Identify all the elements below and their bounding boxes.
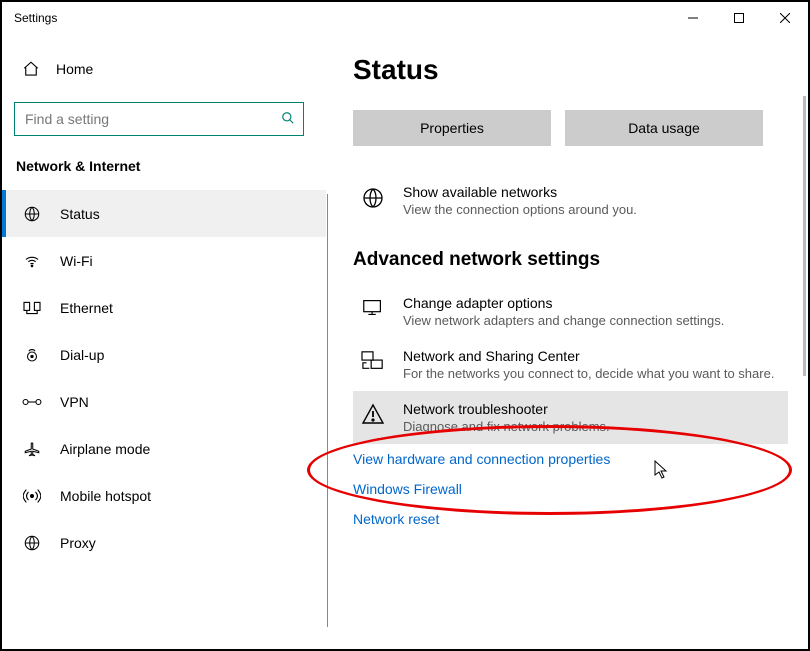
page-title: Status bbox=[353, 54, 788, 86]
dialup-icon bbox=[22, 346, 42, 364]
sidebar-item-hotspot[interactable]: Mobile hotspot bbox=[2, 472, 326, 519]
maximize-button[interactable] bbox=[716, 2, 762, 33]
minimize-icon bbox=[688, 13, 698, 23]
sidebar-item-wifi[interactable]: Wi-Fi bbox=[2, 237, 326, 284]
show-networks-option[interactable]: Show available networks View the connect… bbox=[353, 174, 788, 227]
troubleshooter-option[interactable]: Network troubleshooter Diagnose and fix … bbox=[353, 391, 788, 444]
option-title: Change adapter options bbox=[403, 295, 724, 311]
sidebar-item-ethernet[interactable]: Ethernet bbox=[2, 284, 326, 331]
category-header: Network & Internet bbox=[2, 158, 326, 190]
hotspot-icon bbox=[22, 487, 42, 505]
minimize-button[interactable] bbox=[670, 2, 716, 33]
scrollbar[interactable] bbox=[800, 36, 806, 647]
sidebar-item-label: Dial-up bbox=[60, 347, 104, 363]
adapter-icon bbox=[359, 295, 387, 319]
sidebar-item-dialup[interactable]: Dial-up bbox=[2, 331, 326, 378]
option-title: Network and Sharing Center bbox=[403, 348, 774, 364]
sidebar-item-label: Status bbox=[60, 206, 100, 222]
hardware-link[interactable]: View hardware and connection properties bbox=[353, 444, 788, 474]
reset-link[interactable]: Network reset bbox=[353, 504, 788, 534]
option-title: Show available networks bbox=[403, 184, 637, 200]
nav-list: Status Wi-Fi Ethernet bbox=[2, 190, 326, 566]
advanced-header: Advanced network settings bbox=[353, 249, 788, 271]
titlebar: Settings bbox=[2, 2, 808, 34]
settings-window: Settings Home bbox=[0, 0, 810, 651]
home-label: Home bbox=[56, 61, 93, 77]
window-title: Settings bbox=[14, 11, 57, 25]
action-buttons: Properties Data usage bbox=[353, 110, 788, 146]
close-icon bbox=[780, 13, 790, 23]
sidebar-item-vpn[interactable]: VPN bbox=[2, 378, 326, 425]
sidebar-item-label: Ethernet bbox=[60, 300, 113, 316]
sidebar-item-label: VPN bbox=[60, 394, 89, 410]
option-subtitle: View network adapters and change connect… bbox=[403, 313, 724, 328]
wifi-icon bbox=[22, 252, 42, 270]
data-usage-button[interactable]: Data usage bbox=[565, 110, 763, 146]
sidebar-item-label: Mobile hotspot bbox=[60, 488, 151, 504]
option-subtitle: Diagnose and fix network problems. bbox=[403, 419, 610, 434]
window-controls bbox=[670, 2, 808, 33]
sidebar: Home Network & Internet Status bbox=[2, 34, 327, 647]
sidebar-item-proxy[interactable]: Proxy bbox=[2, 519, 326, 566]
option-subtitle: For the networks you connect to, decide … bbox=[403, 366, 774, 381]
search-input[interactable] bbox=[23, 110, 281, 128]
home-nav[interactable]: Home bbox=[2, 52, 326, 86]
sidebar-item-status[interactable]: Status bbox=[2, 190, 326, 237]
scrollbar-thumb[interactable] bbox=[803, 96, 806, 376]
change-adapter-option[interactable]: Change adapter options View network adap… bbox=[353, 285, 788, 338]
globe-icon bbox=[22, 205, 42, 223]
sidebar-item-label: Airplane mode bbox=[60, 441, 150, 457]
properties-button[interactable]: Properties bbox=[353, 110, 551, 146]
close-button[interactable] bbox=[762, 2, 808, 33]
search-box[interactable] bbox=[14, 102, 304, 136]
sharing-center-option[interactable]: Network and Sharing Center For the netwo… bbox=[353, 338, 788, 391]
option-title: Network troubleshooter bbox=[403, 401, 610, 417]
ethernet-icon bbox=[22, 300, 42, 316]
globe-icon bbox=[359, 184, 387, 210]
vpn-icon bbox=[22, 395, 42, 409]
option-subtitle: View the connection options around you. bbox=[403, 202, 637, 217]
sidebar-item-airplane[interactable]: Airplane mode bbox=[2, 425, 326, 472]
maximize-icon bbox=[734, 13, 744, 23]
content-area: Home Network & Internet Status bbox=[2, 34, 808, 647]
main-left-divider bbox=[327, 194, 328, 627]
search-container bbox=[14, 102, 310, 136]
warning-icon bbox=[359, 401, 387, 425]
sidebar-item-label: Wi-Fi bbox=[60, 253, 93, 269]
sidebar-item-label: Proxy bbox=[60, 535, 96, 551]
main-panel: Status Properties Data usage Show availa… bbox=[327, 34, 808, 647]
proxy-icon bbox=[22, 534, 42, 552]
firewall-link[interactable]: Windows Firewall bbox=[353, 474, 788, 504]
home-icon bbox=[22, 60, 40, 78]
airplane-icon bbox=[22, 440, 42, 458]
search-icon bbox=[281, 111, 295, 128]
sharing-icon bbox=[359, 348, 387, 372]
